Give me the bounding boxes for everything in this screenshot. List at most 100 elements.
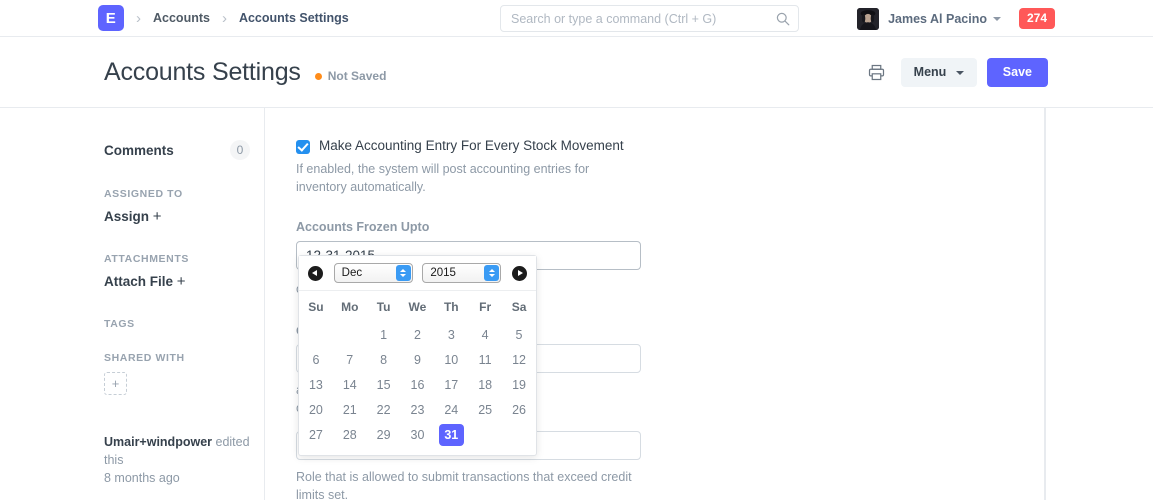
breadcrumb-separator-icon: › — [210, 11, 239, 26]
navbar-right: James Al Pacino 274 — [857, 0, 1153, 37]
datepicker-day-label: 1 — [371, 324, 396, 346]
prev-month-icon[interactable] — [308, 266, 323, 281]
datepicker-day-label: 3 — [439, 324, 464, 346]
datepicker-day[interactable]: 16 — [401, 372, 435, 397]
datepicker-day[interactable]: 27 — [299, 422, 333, 447]
datepicker-day-label: 17 — [439, 374, 464, 396]
stepper-icon[interactable] — [484, 265, 499, 281]
last-editor-name: Umair+windpower — [104, 435, 212, 449]
next-month-icon[interactable] — [512, 266, 527, 281]
datepicker-week-row: 12345 — [299, 322, 536, 347]
print-button[interactable] — [862, 60, 891, 85]
datepicker-popup[interactable]: Dec 2015 SuMoTuWeThFrSa 1234567891011121… — [298, 255, 537, 456]
datepicker-day-label: 4 — [473, 324, 498, 346]
datepicker-day-label: 14 — [337, 374, 362, 396]
datepicker-day[interactable]: 14 — [333, 372, 367, 397]
datepicker-day[interactable]: 4 — [468, 322, 502, 347]
breadcrumb: E › Accounts › Accounts Settings — [0, 5, 349, 31]
comments-row[interactable]: Comments 0 — [104, 140, 250, 160]
save-button[interactable]: Save — [987, 58, 1048, 87]
datepicker-day[interactable]: 6 — [299, 347, 333, 372]
menu-button-label: Menu — [914, 65, 947, 79]
datepicker-day[interactable]: 24 — [434, 397, 468, 422]
last-edited-note: Umair+windpower edited this 8 months ago — [104, 433, 254, 487]
attach-file-button[interactable]: Attach File + — [104, 273, 250, 290]
datepicker-year-value: 2015 — [430, 267, 456, 279]
datepicker-day-label: 26 — [507, 399, 532, 421]
datepicker-day-label: 2 — [405, 324, 430, 346]
datepicker-day-label: 10 — [439, 349, 464, 371]
attachments-heading: ATTACHMENTS — [104, 253, 250, 265]
app-logo[interactable]: E — [98, 5, 124, 31]
datepicker-week-row: 2728293031 — [299, 422, 536, 447]
datepicker-day-label: 12 — [507, 349, 532, 371]
user-name[interactable]: James Al Pacino — [888, 12, 987, 26]
datepicker-day[interactable]: 29 — [367, 422, 401, 447]
assigned-to-heading: ASSIGNED TO — [104, 188, 250, 200]
menu-button[interactable]: Menu — [901, 58, 977, 87]
printer-icon — [868, 64, 885, 81]
datepicker-day[interactable]: 22 — [367, 397, 401, 422]
attach-file-label: Attach File — [104, 274, 173, 289]
datepicker-weekday: Su — [299, 294, 333, 322]
credit-limit-role-help: Role that is allowed to submit transacti… — [296, 468, 641, 500]
datepicker-day[interactable]: 31 — [434, 422, 468, 447]
chevron-down-icon — [956, 71, 964, 75]
datepicker-weekday: We — [401, 294, 435, 322]
datepicker-year-select[interactable]: 2015 — [422, 263, 501, 283]
datepicker-day[interactable]: 18 — [468, 372, 502, 397]
comments-count: 0 — [230, 140, 250, 160]
datepicker-day[interactable]: 23 — [401, 397, 435, 422]
global-search[interactable] — [500, 5, 799, 32]
datepicker-month-select[interactable]: Dec — [334, 263, 413, 283]
assign-button[interactable]: Assign + — [104, 208, 250, 225]
search-icon — [776, 12, 790, 26]
datepicker-day[interactable]: 11 — [468, 347, 502, 372]
datepicker-day[interactable]: 21 — [333, 397, 367, 422]
accounts-frozen-upto-label: Accounts Frozen Upto — [296, 220, 641, 234]
datepicker-day-label: 25 — [473, 399, 498, 421]
datepicker-day[interactable]: 12 — [502, 347, 536, 372]
datepicker-weekday: Mo — [333, 294, 367, 322]
datepicker-day[interactable]: 19 — [502, 372, 536, 397]
breadcrumb-separator-icon: › — [124, 11, 153, 26]
form-sidebar: Comments 0 ASSIGNED TO Assign + ATTACHME… — [104, 108, 265, 500]
left-gutter — [0, 108, 104, 500]
datepicker-day[interactable]: 2 — [401, 322, 435, 347]
datepicker-day[interactable]: 5 — [502, 322, 536, 347]
notification-badge[interactable]: 274 — [1019, 8, 1055, 29]
breadcrumb-item-accounts-settings[interactable]: Accounts Settings — [239, 11, 349, 25]
datepicker-day[interactable]: 30 — [401, 422, 435, 447]
datepicker-day-label: 9 — [405, 349, 430, 371]
datepicker-day[interactable]: 9 — [401, 347, 435, 372]
datepicker-day[interactable]: 15 — [367, 372, 401, 397]
datepicker-day[interactable]: 7 — [333, 347, 367, 372]
chevron-down-icon[interactable] — [993, 17, 1001, 21]
datepicker-day[interactable]: 26 — [502, 397, 536, 422]
stock-accounting-entry-checkbox[interactable] — [296, 140, 310, 154]
page-header-left: Accounts Settings Not Saved — [0, 58, 386, 87]
datepicker-day-label: 8 — [371, 349, 396, 371]
stepper-icon[interactable] — [396, 265, 411, 281]
datepicker-day[interactable]: 25 — [468, 397, 502, 422]
datepicker-day[interactable]: 13 — [299, 372, 333, 397]
comments-label: Comments — [104, 143, 174, 158]
search-input[interactable] — [511, 12, 776, 26]
datepicker-day[interactable]: 17 — [434, 372, 468, 397]
datepicker-weekday: Tu — [367, 294, 401, 322]
add-share-button[interactable]: + — [104, 372, 127, 395]
stock-accounting-entry-label[interactable]: Make Accounting Entry For Every Stock Mo… — [319, 138, 624, 154]
breadcrumb-item-accounts[interactable]: Accounts — [153, 11, 210, 25]
assigned-to-section: ASSIGNED TO Assign + — [104, 188, 250, 225]
datepicker-day[interactable]: 8 — [367, 347, 401, 372]
top-navbar: E › Accounts › Accounts Settings James A… — [0, 0, 1153, 37]
datepicker-day[interactable]: 20 — [299, 397, 333, 422]
datepicker-day[interactable]: 1 — [367, 322, 401, 347]
datepicker-day[interactable]: 3 — [434, 322, 468, 347]
datepicker-day-label: 15 — [371, 374, 396, 396]
avatar[interactable] — [857, 8, 879, 30]
datepicker-day[interactable]: 10 — [434, 347, 468, 372]
datepicker-day[interactable]: 28 — [333, 422, 367, 447]
last-edit-time: 8 months ago — [104, 469, 254, 487]
page-body: Comments 0 ASSIGNED TO Assign + ATTACHME… — [0, 108, 1153, 500]
